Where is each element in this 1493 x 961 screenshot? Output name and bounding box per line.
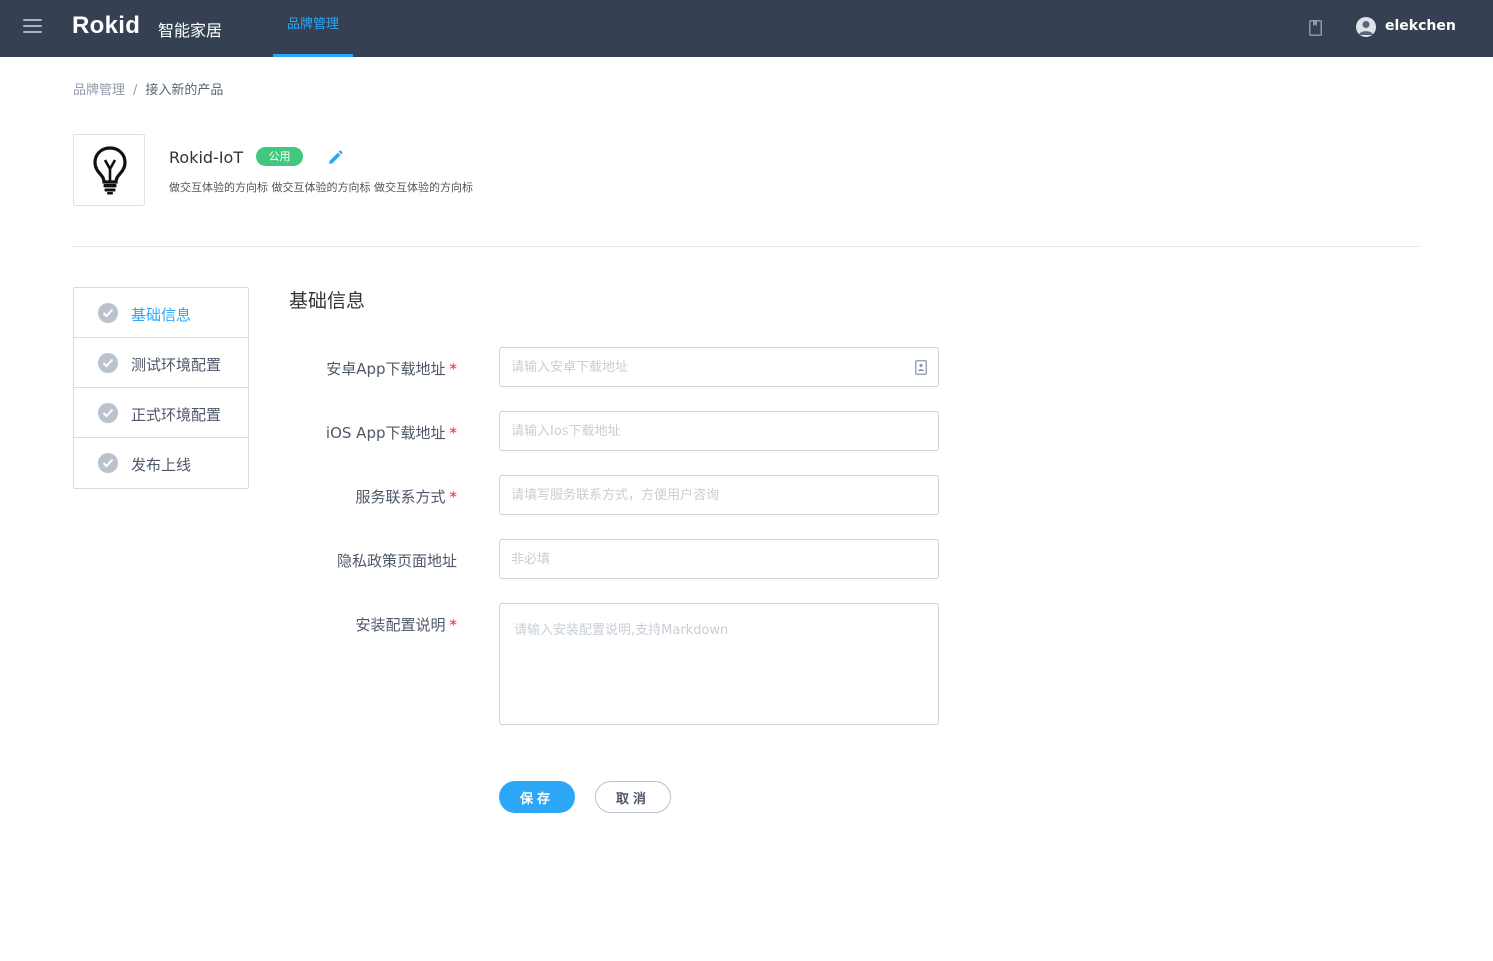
install-instructions-label: 安装配置说明 * [355, 616, 458, 634]
breadcrumb-separator: / [133, 83, 138, 98]
step-label: 发布上线 [131, 456, 192, 474]
privacy-url-label: 隐私政策页面地址 [336, 552, 457, 570]
edit-pencil-icon[interactable] [327, 150, 343, 166]
lightbulb-icon [93, 146, 127, 195]
product-name: Rokid-IoT [169, 148, 244, 167]
username[interactable]: elekchen [1385, 18, 1456, 34]
user-avatar-icon[interactable] [1356, 17, 1376, 37]
breadcrumb: 品牌管理 / 接入新的产品 [73, 79, 223, 98]
step-label: 基础信息 [131, 306, 192, 324]
steps-sidebar: 基础信息 测试环境配置 正式环境配置 发布上线 [73, 287, 249, 489]
top-navbar: Rokid 智能家居 品牌管理 elekchen [0, 0, 1493, 57]
step-publish[interactable]: 发布上线 [74, 438, 248, 488]
ios-url-label: iOS App下载地址 * [325, 424, 458, 442]
product-description: 做交互体验的方向标 做交互体验的方向标 做交互体验的方向标 [169, 181, 473, 194]
nav-tab-brand-management[interactable]: 品牌管理 [273, 0, 353, 57]
required-mark: * [449, 616, 458, 634]
install-instructions-textarea[interactable] [499, 603, 939, 725]
save-button[interactable]: 保存 [499, 781, 575, 813]
breadcrumb-brand-management[interactable]: 品牌管理 [73, 83, 125, 98]
step-test-env-config[interactable]: 测试环境配置 [74, 338, 248, 388]
product-icon-box [73, 134, 145, 206]
check-circle-icon [98, 403, 118, 423]
privacy-url-input[interactable] [499, 539, 939, 579]
contact-card-icon[interactable] [915, 360, 927, 375]
android-url-input[interactable] [499, 347, 939, 387]
form-section-title: 基础信息 [289, 290, 366, 312]
required-mark: * [449, 424, 458, 442]
service-contact-label: 服务联系方式 * [355, 488, 458, 506]
check-circle-icon [98, 303, 118, 323]
required-mark: * [449, 360, 458, 378]
check-circle-icon [98, 453, 118, 473]
service-contact-input[interactable] [499, 475, 939, 515]
required-mark: * [449, 488, 458, 506]
app-name: 智能家居 [158, 21, 223, 40]
step-prod-env-config[interactable]: 正式环境配置 [74, 388, 248, 438]
rokid-logo[interactable]: Rokid [72, 12, 140, 40]
step-basic-info[interactable]: 基础信息 [74, 288, 248, 338]
android-url-label: 安卓App下载地址 * [326, 360, 458, 378]
cancel-button[interactable]: 取消 [595, 781, 671, 813]
document-icon[interactable] [1309, 20, 1322, 36]
hamburger-menu-icon[interactable] [23, 19, 42, 33]
breadcrumb-current: 接入新的产品 [145, 83, 224, 98]
ios-url-input[interactable] [499, 411, 939, 451]
section-divider [73, 246, 1420, 247]
step-label: 测试环境配置 [131, 356, 222, 374]
public-badge: 公用 [256, 147, 303, 166]
check-circle-icon [98, 353, 118, 373]
step-label: 正式环境配置 [131, 406, 222, 424]
